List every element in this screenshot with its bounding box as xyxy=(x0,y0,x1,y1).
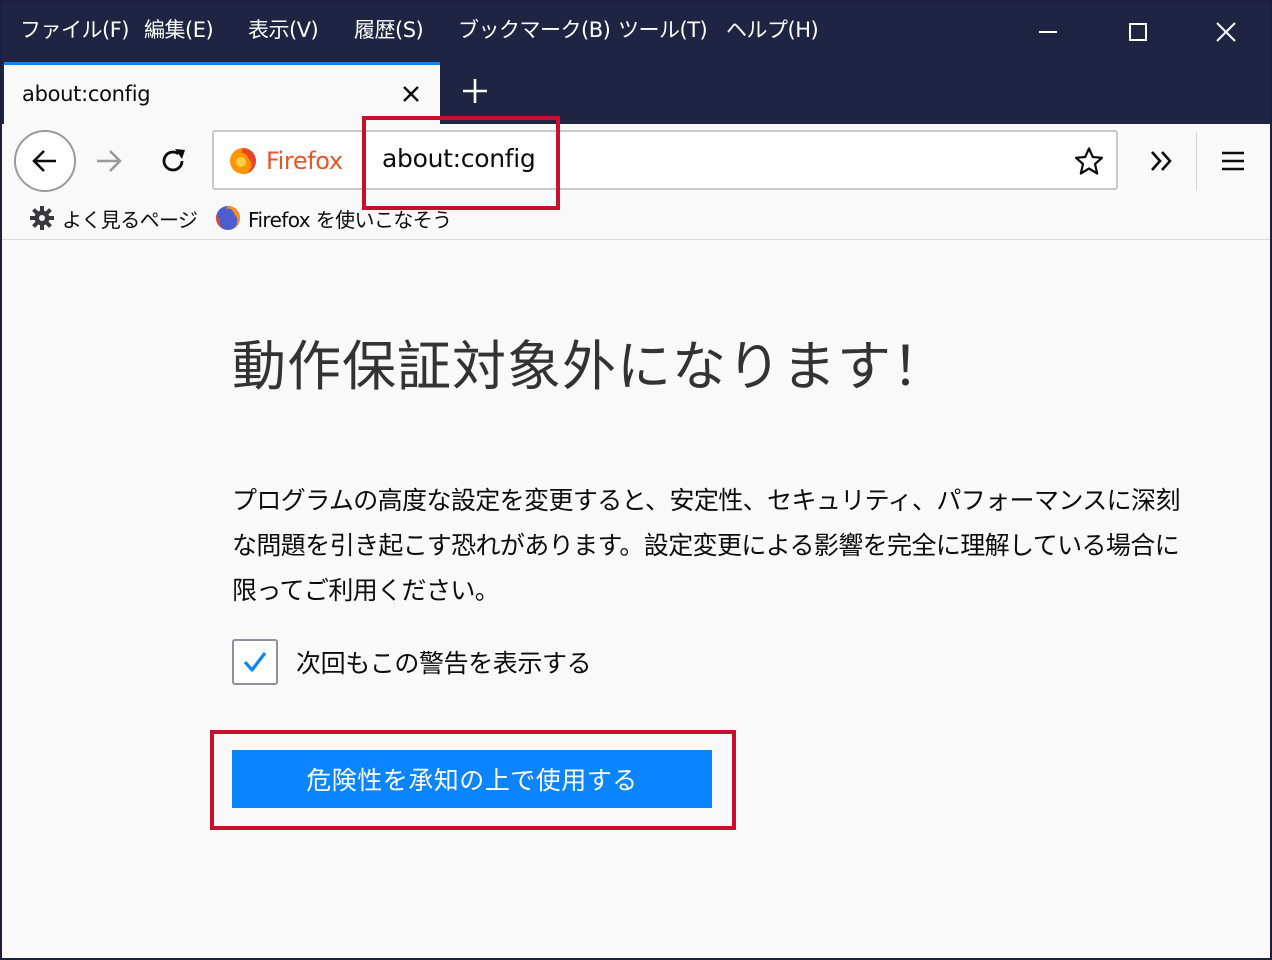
arrow-right-icon xyxy=(97,150,122,172)
tab-about-config[interactable]: about:config xyxy=(4,62,440,124)
show-warning-checkbox-row[interactable]: 次回もこの警告を表示する xyxy=(232,638,592,686)
maximize-icon xyxy=(1129,23,1147,41)
maximize-button[interactable] xyxy=(1118,12,1158,52)
bookmark-star-button[interactable] xyxy=(1070,142,1108,180)
url-highlight-box xyxy=(362,116,560,210)
arrow-left-icon xyxy=(32,150,56,172)
menu-edit[interactable]: 編集(E) xyxy=(144,14,214,44)
firefox-logo-icon xyxy=(230,148,256,174)
gear-icon xyxy=(28,204,56,232)
minimize-icon xyxy=(1039,31,1057,33)
forward-button[interactable] xyxy=(86,138,132,184)
reload-icon xyxy=(162,149,185,172)
plus-icon xyxy=(463,79,487,103)
overflow-button[interactable] xyxy=(1138,138,1184,184)
show-warning-checkbox-label: 次回もこの警告を表示する xyxy=(296,649,592,678)
about-config-warning-page: 動作保証対象外になります！ プログラムの高度な設定を変更すると、安定性、セキュリ… xyxy=(2,240,1270,958)
chevron-double-right-icon xyxy=(1151,151,1172,171)
tab-strip: about:config xyxy=(2,60,1270,124)
menu-help[interactable]: ヘルプ(H) xyxy=(726,14,819,44)
tab-close-button[interactable] xyxy=(396,79,426,109)
show-warning-checkbox[interactable] xyxy=(232,639,278,685)
menu-view[interactable]: 表示(V) xyxy=(248,14,319,44)
tab-title: about:config xyxy=(22,82,151,106)
menu-bar: ファイル(F) 編集(E) 表示(V) 履歴(S) ブックマーク(B) ツール(… xyxy=(2,2,1270,60)
checkmark-icon xyxy=(243,652,267,672)
identity-box[interactable]: Firefox xyxy=(228,144,343,178)
toolbar-separator xyxy=(1196,132,1197,190)
button-highlight-box xyxy=(210,730,736,830)
bookmarks-toolbar: よく見るページ Firefox を使いこなそう xyxy=(2,198,1270,240)
close-icon xyxy=(403,86,419,102)
firefox-icon xyxy=(214,204,242,232)
close-icon xyxy=(1216,22,1236,42)
reload-button[interactable] xyxy=(150,138,196,184)
minimize-button[interactable] xyxy=(1028,12,1068,52)
menu-file[interactable]: ファイル(F) xyxy=(20,14,129,44)
hamburger-menu-icon xyxy=(1222,151,1244,171)
app-menu-button[interactable] xyxy=(1210,138,1256,184)
star-icon xyxy=(1074,147,1104,175)
new-tab-button[interactable] xyxy=(454,70,496,112)
menu-history[interactable]: 履歴(S) xyxy=(354,14,424,44)
warning-title: 動作保証対象外になります！ xyxy=(232,335,947,398)
menu-tools[interactable]: ツール(T) xyxy=(618,14,708,44)
url-bar[interactable]: Firefox about:config xyxy=(212,130,1118,190)
menu-bookmarks[interactable]: ブックマーク(B) xyxy=(458,14,611,44)
bookmark-label: よく見るページ xyxy=(62,207,198,232)
navigation-toolbar: Firefox about:config xyxy=(2,124,1270,198)
window-close-button[interactable] xyxy=(1206,12,1246,52)
bookmark-most-visited[interactable]: よく見るページ xyxy=(28,203,198,233)
identity-label: Firefox xyxy=(266,147,343,175)
back-button[interactable] xyxy=(14,130,76,192)
browser-window: ファイル(F) 編集(E) 表示(V) 履歴(S) ブックマーク(B) ツール(… xyxy=(0,0,1272,960)
warning-message: プログラムの高度な設定を変更すると、安定性、セキュリティ、パフォーマンスに深刻な… xyxy=(232,486,1180,605)
